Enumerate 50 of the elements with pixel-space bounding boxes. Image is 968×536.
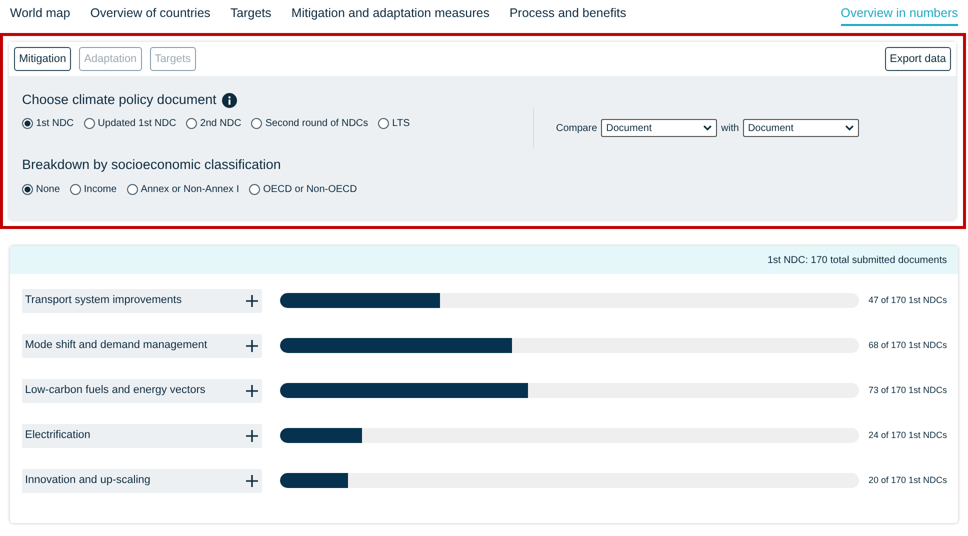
option-label[interactable]: LTS xyxy=(392,116,410,132)
radio-button[interactable] xyxy=(22,184,33,194)
radio-button[interactable] xyxy=(251,118,262,130)
export-button[interactable]: Export data xyxy=(884,47,951,71)
category-toggle[interactable]: Innovation and up-scaling xyxy=(22,468,262,492)
plus-icon xyxy=(246,340,258,352)
option-label[interactable]: Annex or Non-Annex I xyxy=(140,182,240,196)
radio-button[interactable] xyxy=(186,118,198,130)
option-label[interactable]: Income xyxy=(84,182,117,196)
select-field[interactable]: Document xyxy=(742,119,859,137)
plus-icon xyxy=(246,430,258,442)
nav-link[interactable]: Mitigation and adaptation measures xyxy=(291,2,490,26)
option-label[interactable]: 2nd NDC xyxy=(200,116,242,132)
with-label: with xyxy=(721,122,739,136)
option-label[interactable]: OECD or Non-OECD xyxy=(263,182,357,196)
option-label[interactable]: 1st NDC xyxy=(36,116,74,132)
section-heading: Breakdown by socioeconomic classification xyxy=(22,156,281,174)
info-icon[interactable] xyxy=(222,92,238,108)
nav-link[interactable]: World map xyxy=(10,2,70,26)
plus-icon xyxy=(246,384,258,396)
chevron-icon xyxy=(703,125,712,131)
nav-link[interactable]: Targets xyxy=(230,2,272,26)
select-field[interactable]: Document xyxy=(601,119,718,137)
radio-button[interactable] xyxy=(249,184,260,194)
plus-icon xyxy=(246,294,258,306)
count-text: 24 of 170 1st NDCs xyxy=(867,428,947,442)
nav-link[interactable]: Overview of countries xyxy=(90,2,210,26)
category-toggle[interactable]: Low-carbon fuels and energy vectors xyxy=(22,378,262,402)
radio-button[interactable] xyxy=(84,118,95,130)
compare-label: Compare xyxy=(556,122,598,136)
nav-link[interactable]: Process and benefits xyxy=(509,2,626,26)
category-toggle[interactable]: Transport system improvements xyxy=(22,288,262,312)
count-text: 47 of 170 1st NDCs xyxy=(867,294,947,307)
category-toggle[interactable]: Mode shift and demand management xyxy=(22,334,262,358)
tab[interactable]: Mitigation xyxy=(14,47,72,71)
radio-button[interactable] xyxy=(22,118,33,130)
section-heading: Choose climate policy document xyxy=(22,91,216,109)
count-text: 20 of 170 1st NDCs xyxy=(867,474,947,487)
count-text: 68 of 170 1st NDCs xyxy=(867,338,947,352)
chevron-icon xyxy=(844,125,854,131)
plus-icon xyxy=(246,474,258,486)
summary-text: 1st NDC: 170 total submitted documents xyxy=(767,254,947,268)
option-label[interactable]: Second round of NDCs xyxy=(265,116,368,132)
count-text: 73 of 170 1st NDCs xyxy=(867,384,947,397)
radio-button[interactable] xyxy=(126,184,138,194)
option-label[interactable]: None xyxy=(36,182,60,196)
radio-button[interactable] xyxy=(378,118,390,130)
category-toggle[interactable]: Electrification xyxy=(22,424,262,448)
option-label[interactable]: Updated 1st NDC xyxy=(98,116,176,132)
radio-button[interactable] xyxy=(70,184,81,194)
